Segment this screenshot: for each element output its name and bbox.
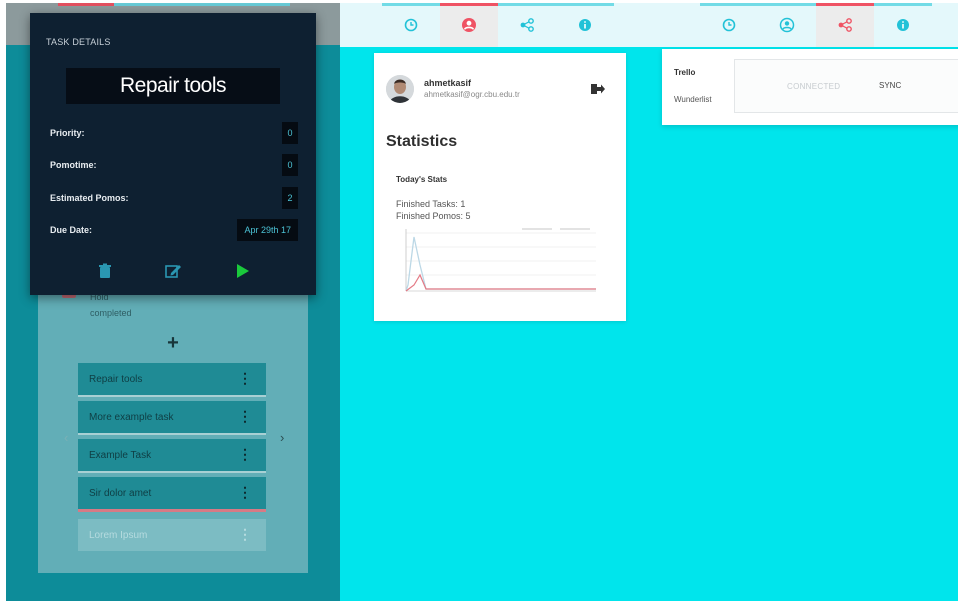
task-item[interactable]: Sir dolor amet ⋮ (78, 477, 266, 512)
tab-indicator (556, 3, 614, 6)
tab-indicator (816, 3, 874, 6)
tab-profile[interactable] (440, 3, 498, 47)
top-nav (340, 3, 958, 47)
task-label: Repair tools (89, 374, 143, 385)
estimated-pomos-label: Estimated Pomos: (50, 193, 129, 203)
trash-icon[interactable] (96, 263, 114, 279)
add-task-button[interactable]: + (165, 333, 181, 353)
integrations-card: Trello Wunderlist CONNECTED SYNC (662, 49, 958, 125)
tab-indicator (758, 3, 816, 6)
avatar (386, 75, 414, 103)
tab-indicator (700, 3, 758, 6)
tab-indicator (114, 3, 290, 6)
connection-status: CONNECTED (787, 82, 841, 91)
estimated-pomos-value: 2 (282, 187, 298, 209)
user-icon (779, 17, 795, 33)
tab-profile[interactable] (758, 3, 816, 47)
tab-integrations[interactable] (816, 3, 874, 47)
main-area: ahmetkasif ahmetkasif@ogr.cbu.edu.tr Sta… (340, 3, 958, 601)
task-menu-icon[interactable]: ⋮ (238, 446, 252, 463)
card-heading: TASK DETAILS (46, 37, 111, 47)
info-icon (579, 19, 591, 31)
tab-timer[interactable] (700, 3, 758, 47)
pomotime-value: 0 (282, 154, 298, 176)
task-label: Lorem Ipsum (89, 530, 148, 541)
share-icon (520, 18, 534, 32)
sync-button[interactable]: SYNC (879, 81, 901, 90)
task-item[interactable]: Lorem Ipsum ⋮ (78, 519, 266, 551)
completed-label: completed (90, 308, 132, 318)
pomotime-row: Pomotime: 0 (50, 154, 298, 178)
card-actions (30, 261, 316, 283)
tab-about[interactable] (874, 3, 932, 47)
app-root: Hold completed + Repair tools ⋮ More exa… (6, 3, 958, 601)
pomos-series-line (405, 236, 596, 292)
prev-arrow-button[interactable]: ‹ (64, 430, 68, 445)
task-item[interactable]: Repair tools ⋮ (78, 363, 266, 397)
share-icon (838, 18, 852, 32)
tab-timer[interactable] (382, 3, 440, 47)
task-title: Repair tools (119, 74, 227, 97)
task-label: Sir dolor amet (89, 488, 152, 499)
service-wunderlist: Wunderlist (674, 95, 712, 104)
task-title-box: Repair tools (66, 68, 280, 104)
task-menu-icon[interactable]: ⋮ (238, 526, 252, 543)
integration-status-box: CONNECTED SYNC (734, 59, 958, 113)
task-details-card: TASK DETAILS Repair tools Priority: 0 Po… (30, 13, 316, 295)
tab-integrations[interactable] (498, 3, 556, 47)
tab-about[interactable] (556, 3, 614, 47)
task-menu-icon[interactable]: ⋮ (238, 484, 252, 501)
left-pane: Hold completed + Repair tools ⋮ More exa… (6, 3, 340, 601)
due-date-label: Due Date: (50, 225, 93, 235)
finished-pomos: Finished Pomos: 5 (396, 211, 471, 221)
tab-indicator (382, 3, 440, 6)
due-date-value: Apr 29th 17 (237, 219, 298, 241)
priority-label: Priority: (50, 128, 85, 138)
info-icon (897, 19, 909, 31)
task-item[interactable]: More example task ⋮ (78, 401, 266, 435)
timer-icon (722, 18, 736, 32)
due-date-row: Due Date: Apr 29th 17 (50, 219, 298, 243)
chart-grid (405, 229, 596, 292)
user-name: ahmetkasif (424, 78, 472, 88)
logout-icon[interactable] (590, 82, 606, 96)
task-list-panel: Hold completed + Repair tools ⋮ More exa… (38, 279, 308, 573)
pomotime-label: Pomotime: (50, 160, 97, 170)
tab-indicator (498, 3, 556, 6)
tab-indicator (440, 3, 498, 6)
chart-legend (522, 228, 590, 230)
stats-mini-chart (405, 228, 596, 292)
tab-indicator (874, 3, 932, 6)
service-trello: Trello (674, 68, 696, 77)
task-label: Example Task (89, 450, 152, 461)
active-tab-indicator (58, 3, 114, 6)
task-menu-icon[interactable]: ⋮ (238, 408, 252, 425)
tasks-series-line (405, 273, 596, 292)
todays-stats-title: Today's Stats (396, 175, 448, 184)
timer-icon (404, 18, 418, 32)
edit-icon[interactable] (164, 263, 182, 279)
task-item[interactable]: Example Task ⋮ (78, 439, 266, 473)
task-label: More example task (89, 412, 174, 423)
statistics-title: Statistics (386, 133, 458, 150)
estimated-pomos-row: Estimated Pomos: 2 (50, 187, 298, 211)
user-icon (462, 18, 476, 32)
task-menu-icon[interactable]: ⋮ (238, 370, 252, 387)
next-arrow-button[interactable]: › (280, 430, 284, 445)
play-icon[interactable] (233, 263, 251, 279)
priority-value: 0 (282, 122, 298, 144)
finished-tasks: Finished Tasks: 1 (396, 199, 466, 209)
priority-row: Priority: 0 (50, 122, 298, 146)
user-email: ahmetkasif@ogr.cbu.edu.tr (424, 90, 520, 99)
profile-card: ahmetkasif ahmetkasif@ogr.cbu.edu.tr Sta… (374, 53, 626, 321)
